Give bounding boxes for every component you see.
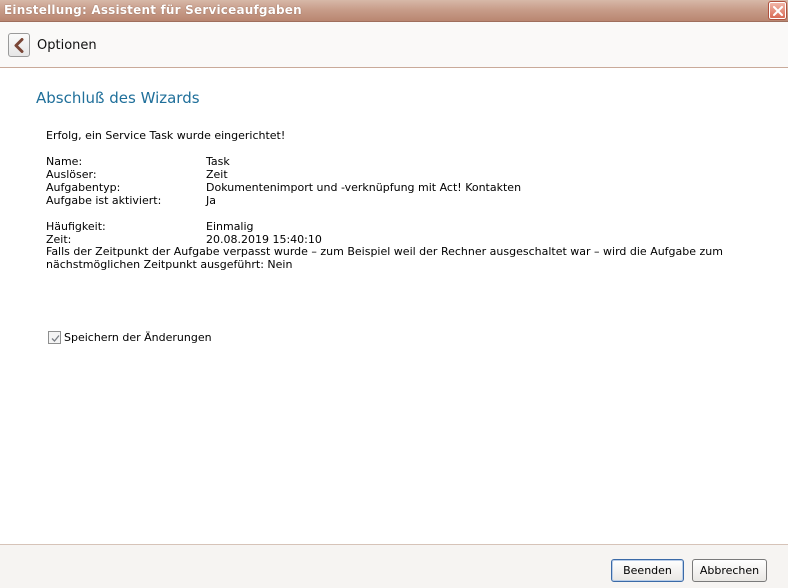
chevron-left-icon [14,38,24,53]
save-changes-label[interactable]: Speichern der Änderungen [64,331,212,344]
detail-label: Name: [46,155,83,168]
close-icon [773,6,783,16]
window-title: Einstellung: Assistent für Serviceaufgab… [4,3,302,17]
detail-value: Ja [206,194,216,207]
window-titlebar: Einstellung: Assistent für Serviceaufgab… [0,0,788,22]
nav-label-options: Optionen [37,38,97,53]
close-button[interactable] [768,1,787,20]
detail-label: Aufgabe ist aktiviert: [46,194,162,207]
schedule-value: Einmalig [206,220,254,233]
wizard-content: Abschluß des Wizards Erfolg, ein Service… [0,68,788,544]
detail-label: Aufgabentyp: [46,181,121,194]
save-changes-checkbox[interactable] [48,331,61,344]
detail-value: Zeit [206,168,228,181]
wizard-footer: Beenden Abbrechen [0,544,788,588]
missed-run-note: Falls der Zeitpunkt der Aufgabe verpasst… [46,245,723,271]
cancel-button[interactable]: Abbrechen [692,559,767,582]
finish-button[interactable]: Beenden [611,559,684,582]
schedule-label: Häufigkeit: [46,220,106,233]
page-title: Abschluß des Wizards [36,89,200,107]
navigation-bar: Optionen [0,22,788,68]
success-message: Erfolg, ein Service Task wurde eingerich… [46,129,286,142]
detail-value: Task [206,155,230,168]
back-button[interactable] [8,33,30,57]
detail-value: Dokumentenimport und -verknüpfung mit Ac… [206,181,522,194]
detail-label: Auslöser: [46,168,97,181]
checkmark-icon [51,335,60,342]
